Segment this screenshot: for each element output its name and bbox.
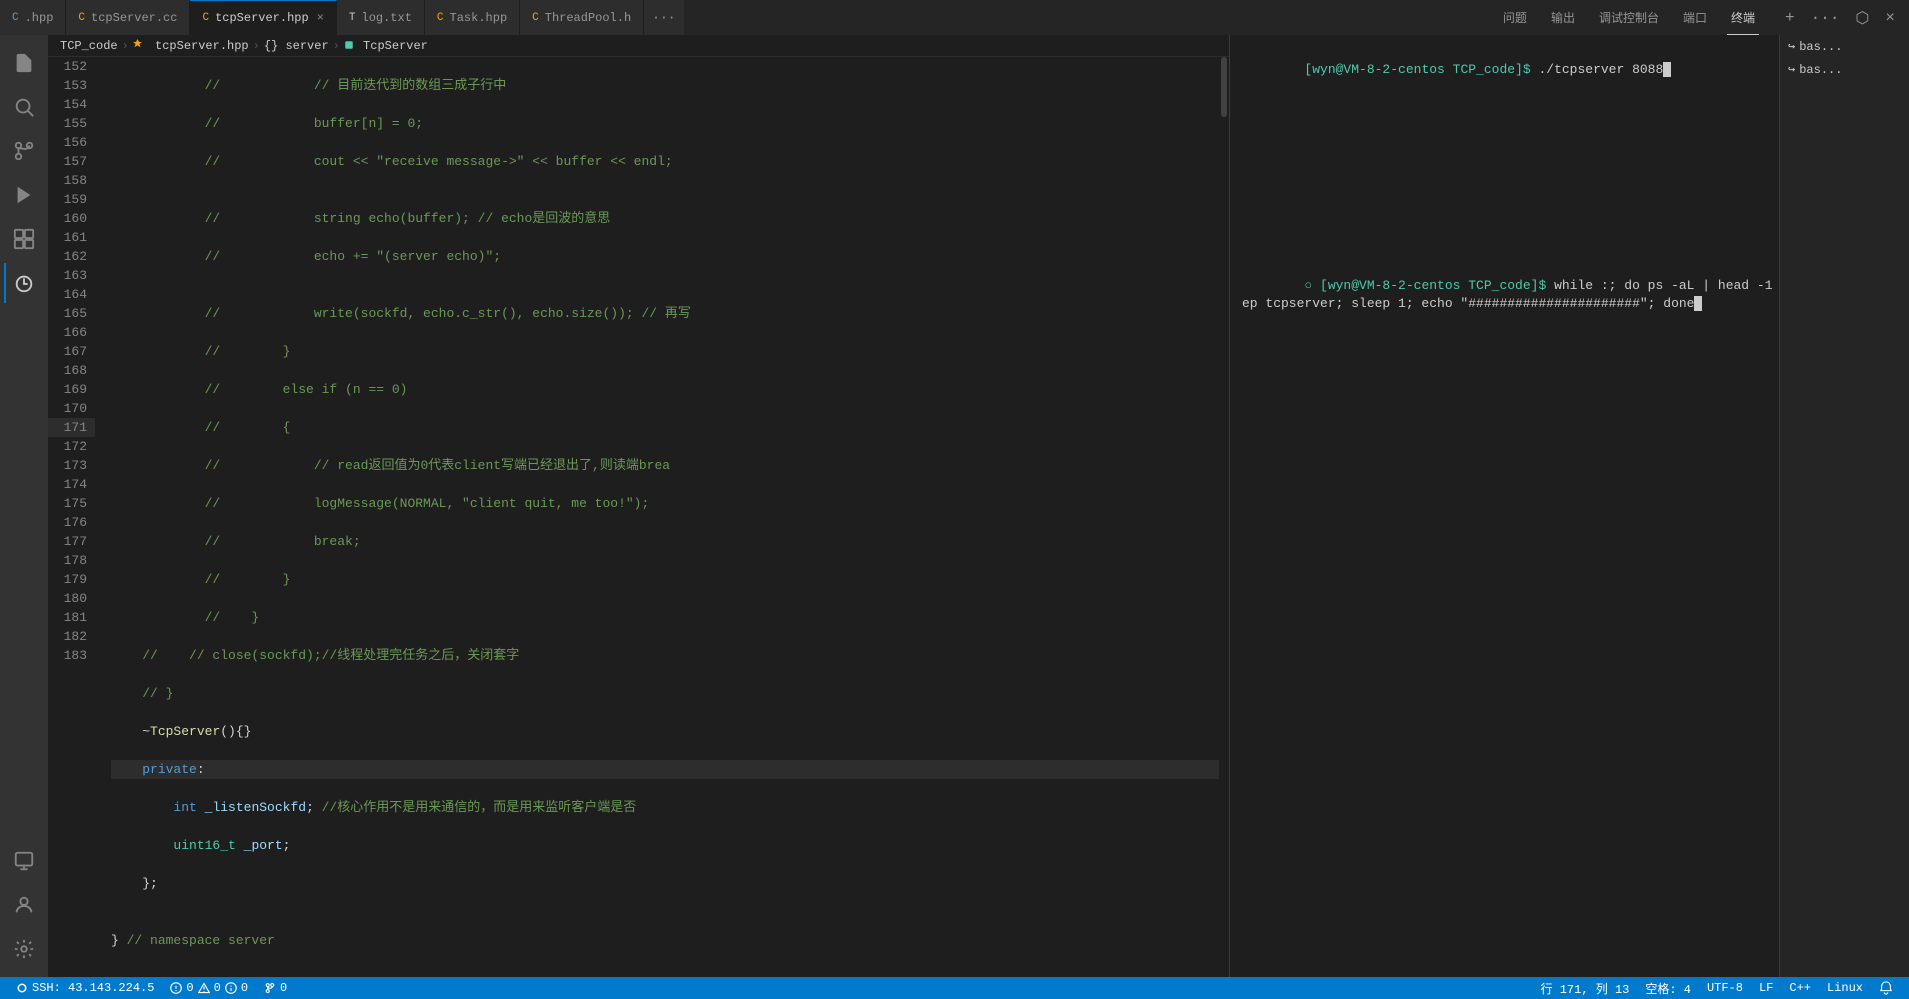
code-content[interactable]: // // 目前迭代到的数组三成子行中 // buffer[n] = 0; //… [103, 57, 1219, 977]
tabs-more-btn[interactable]: ··· [644, 0, 683, 35]
status-lf: LF [1759, 981, 1773, 995]
close-panel-btn[interactable]: × [1879, 7, 1901, 29]
search-icon[interactable] [4, 87, 44, 127]
status-zero: 0 [280, 981, 287, 995]
tab-hpp-label: .hpp [25, 11, 54, 25]
error-icon [170, 982, 182, 994]
maximize-panel-btn[interactable]: ⬡ [1849, 6, 1875, 30]
terminal-tab-bash-2[interactable]: ↪ bas... [1780, 58, 1909, 81]
breadcrumb-root: TCP_code [60, 39, 118, 53]
warning-count: 0 [214, 981, 221, 995]
code-editor[interactable]: 152 153 154 155 156 157 158 159 160 161 … [48, 57, 1229, 977]
status-linux: Linux [1827, 981, 1863, 995]
status-line-col: 行 171, 列 13 [1541, 980, 1630, 997]
line-numbers: 152 153 154 155 156 157 158 159 160 161 … [48, 57, 103, 977]
status-line-ending[interactable]: LF [1751, 981, 1781, 995]
extensions-icon[interactable] [4, 219, 44, 259]
tab-cc-label: tcpServer.cc [91, 11, 177, 25]
title-bar: C .hpp C tcpServer.cc C tcpServer.hpp × … [0, 0, 1909, 35]
error-count: 0 [186, 981, 193, 995]
settings-icon[interactable] [4, 929, 44, 969]
panel-area: [wyn@VM-8-2-centos TCP_code]$ ./tcpserve… [1229, 35, 1909, 977]
terminal-tab-bash-1[interactable]: ↪ bas... [1780, 35, 1909, 58]
status-indent[interactable]: 空格: 4 [1637, 980, 1699, 997]
breadcrumb-file: tcpServer.hpp [133, 39, 249, 53]
panel-tab-debug[interactable]: 调试控制台 [1595, 0, 1663, 35]
status-platform[interactable]: Linux [1819, 981, 1871, 995]
terminal-tabs-panel: ↪ bas... ↪ bas... [1779, 35, 1909, 977]
panel-tab-ports[interactable]: 端口 [1679, 0, 1711, 35]
panel-tab-output[interactable]: 输出 [1547, 0, 1579, 35]
tab-tp-icon: C [532, 12, 539, 24]
status-encoding-label: UTF-8 [1707, 981, 1743, 995]
tab-tp-label: ThreadPool.h [545, 11, 631, 25]
status-bar: SSH: 43.143.224.5 0 0 0 0 行 171, 列 13 空格… [0, 977, 1909, 999]
tab-task-icon: C [437, 12, 444, 24]
tabs-area: C .hpp C tcpServer.cc C tcpServer.hpp × … [0, 0, 1487, 35]
status-encoding[interactable]: UTF-8 [1699, 981, 1751, 995]
tab-tcpserver-cc[interactable]: C tcpServer.cc [66, 0, 190, 35]
panel-actions: + ··· ⬡ × [1771, 0, 1909, 35]
status-language[interactable]: C++ [1781, 981, 1819, 995]
info-icon [225, 982, 237, 994]
branch-icon [264, 982, 276, 994]
tab-log-txt[interactable]: T log.txt [337, 0, 425, 35]
status-extra[interactable]: 0 [256, 981, 295, 995]
tab-log-icon: T [349, 12, 356, 24]
bell-icon [1879, 981, 1893, 995]
tab-tcpserver-hpp[interactable]: C tcpServer.hpp × [190, 0, 336, 35]
editor-area: TCP_code › tcpServer.hpp › {} server › T… [48, 35, 1229, 977]
tab-hpp2-icon: C [202, 12, 209, 24]
status-notifications[interactable] [1871, 981, 1901, 995]
more-actions-btn[interactable]: ··· [1805, 7, 1846, 29]
status-errors[interactable]: 0 0 0 [162, 981, 256, 995]
info-count: 0 [241, 981, 248, 995]
add-terminal-btn[interactable]: + [1779, 7, 1801, 29]
breadcrumb-class: TcpServer [344, 39, 428, 53]
tab-cc-icon: C [78, 12, 85, 24]
tab-log-label: log.txt [362, 11, 412, 25]
status-position[interactable]: 行 171, 列 13 [1533, 980, 1638, 997]
status-spaces: 空格: 4 [1645, 980, 1691, 997]
terminal-tab-bash-2-label: bas... [1799, 63, 1842, 77]
status-ssh[interactable]: SSH: 43.143.224.5 [8, 981, 162, 995]
remote-icon[interactable] [4, 841, 44, 881]
run-debug-icon[interactable] [4, 175, 44, 215]
breadcrumb-namespace: {} server [264, 39, 329, 53]
account-icon[interactable] [4, 885, 44, 925]
panel-tab-bar: 问题 输出 调试控制台 端口 终端 [1487, 0, 1771, 35]
activity-bar [0, 35, 48, 977]
terminal-tab-bash-1-label: bas... [1799, 40, 1842, 54]
tab-threadpool-h[interactable]: C ThreadPool.h [520, 0, 644, 35]
status-right: 行 171, 列 13 空格: 4 UTF-8 LF C++ Linux [1533, 980, 1901, 997]
tab-task-label: Task.hpp [450, 11, 508, 25]
remote-status-icon [16, 982, 28, 994]
tab-hpp2-close[interactable]: × [317, 11, 324, 25]
status-lang: C++ [1789, 981, 1811, 995]
editor-scrollbar[interactable] [1219, 57, 1229, 977]
timer-icon[interactable] [4, 263, 44, 303]
main-area: TCP_code › tcpServer.hpp › {} server › T… [0, 35, 1909, 977]
tab-hpp-icon: C [12, 12, 19, 24]
panel-tab-terminal[interactable]: 终端 [1727, 0, 1759, 35]
breadcrumb: TCP_code › tcpServer.hpp › {} server › T… [48, 35, 1229, 57]
tab-task-hpp[interactable]: C Task.hpp [425, 0, 520, 35]
warning-icon [198, 982, 210, 994]
files-icon[interactable] [4, 43, 44, 83]
tab-hpp2-label: tcpServer.hpp [215, 11, 309, 25]
source-control-icon[interactable] [4, 131, 44, 171]
panel-tab-problems[interactable]: 问题 [1499, 0, 1531, 35]
status-ssh-label: SSH: 43.143.224.5 [32, 981, 154, 995]
tab-hpp[interactable]: C .hpp [0, 0, 66, 35]
